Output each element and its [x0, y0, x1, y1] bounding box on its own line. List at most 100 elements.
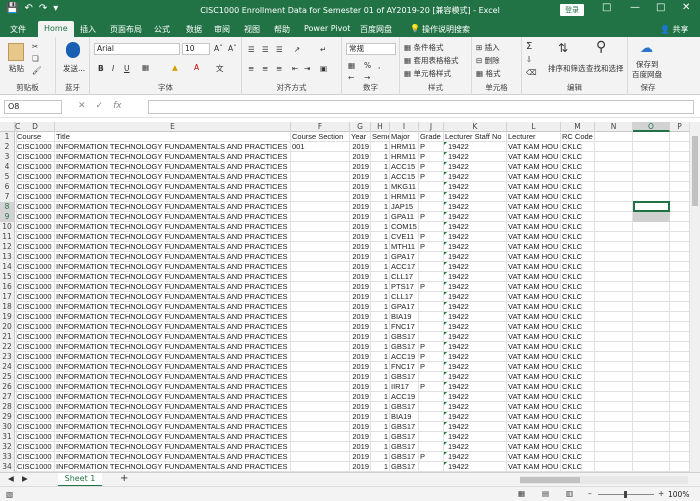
cell[interactable] [419, 322, 444, 332]
cell[interactable] [291, 282, 350, 292]
cell[interactable]: CKLC [561, 262, 595, 272]
cell[interactable]: GBS17 [390, 442, 419, 452]
align-left-icon[interactable]: ≡ [248, 64, 254, 73]
cell[interactable]: Title [55, 132, 291, 142]
cell[interactable]: 1 [371, 312, 390, 322]
vertical-scroll-thumb[interactable] [692, 136, 698, 206]
cell[interactable]: MTH11 [390, 242, 419, 252]
enter-icon[interactable]: ✓ [96, 101, 104, 111]
cell[interactable]: 1 [371, 202, 390, 212]
tab-power-pivot[interactable]: Power Pivot [304, 24, 350, 33]
cell[interactable] [595, 292, 633, 302]
percent-button[interactable]: % [364, 61, 371, 70]
cell[interactable]: 19422 [444, 212, 507, 222]
column-header-I[interactable]: I [390, 122, 419, 132]
cell[interactable]: 19422 [444, 322, 507, 332]
cell[interactable]: INFORMATION TECHNOLOGY FUNDAMENTALS AND … [55, 182, 291, 192]
cell[interactable]: 19422 [444, 152, 507, 162]
row-number[interactable]: 19 [0, 312, 15, 322]
cell[interactable]: 1 [371, 142, 390, 152]
underline-button[interactable]: U [124, 64, 130, 73]
cell[interactable]: CKLC [561, 292, 595, 302]
cell[interactable]: ACC17 [390, 262, 419, 272]
cell[interactable]: VAT KAM HOU [507, 262, 561, 272]
column-header-F[interactable]: F [291, 122, 350, 132]
column-header-G[interactable]: G [350, 122, 371, 132]
cell[interactable]: Year [350, 132, 371, 142]
cell[interactable] [419, 422, 444, 432]
row-number[interactable]: 33 [0, 452, 15, 462]
cell[interactable] [595, 342, 633, 352]
cell[interactable] [419, 432, 444, 442]
column-header-J[interactable]: J [419, 122, 444, 132]
cell[interactable]: CISC1000 [16, 242, 55, 252]
cell[interactable]: CISC1000 [16, 322, 55, 332]
cell[interactable]: P [419, 152, 444, 162]
cell[interactable]: INFORMATION TECHNOLOGY FUNDAMENTALS AND … [55, 312, 291, 322]
autosum-icon[interactable]: Σ [526, 41, 532, 52]
cell[interactable]: CISC1000 [16, 372, 55, 382]
cell[interactable]: VAT KAM HOU [507, 422, 561, 432]
cell[interactable] [633, 382, 670, 392]
minimize-icon[interactable]: — [630, 2, 640, 13]
cell[interactable]: CISC1000 [16, 382, 55, 392]
cell[interactable] [291, 372, 350, 382]
cell[interactable]: VAT KAM HOU [507, 362, 561, 372]
cell[interactable] [670, 192, 690, 202]
cell[interactable] [595, 432, 633, 442]
cell[interactable]: FNC17 [390, 322, 419, 332]
cell[interactable]: P [419, 232, 444, 242]
cell[interactable]: 1 [371, 232, 390, 242]
cell[interactable]: P [419, 142, 444, 152]
cell[interactable]: VAT KAM HOU [507, 152, 561, 162]
cell[interactable]: 1 [371, 222, 390, 232]
cell[interactable]: CISC1000 [16, 292, 55, 302]
column-header-E[interactable]: E [55, 122, 291, 132]
tab-formulas[interactable]: 公式 [154, 24, 170, 35]
cell[interactable] [595, 322, 633, 332]
cell[interactable]: CISC1000 [16, 202, 55, 212]
cell[interactable] [670, 142, 690, 152]
cell[interactable]: IIR17 [390, 382, 419, 392]
cell[interactable]: GBS17 [390, 372, 419, 382]
active-cell[interactable] [633, 201, 670, 212]
cell[interactable]: CISC1000 [16, 442, 55, 452]
cell[interactable]: CKLC [561, 382, 595, 392]
cell[interactable]: 1 [371, 162, 390, 172]
cell[interactable]: VAT KAM HOU [507, 452, 561, 462]
cell[interactable]: 2019 [350, 172, 371, 182]
cell[interactable]: CISC1000 [16, 142, 55, 152]
cell[interactable]: CKLC [561, 192, 595, 202]
baidu-disk-label[interactable]: 百度网盘 [632, 69, 662, 80]
row-number[interactable]: 11 [0, 232, 15, 242]
cell[interactable]: CISC1000 [16, 352, 55, 362]
cell[interactable] [291, 212, 350, 222]
cell[interactable]: 19422 [444, 252, 507, 262]
cell[interactable] [595, 162, 633, 172]
cell[interactable]: INFORMATION TECHNOLOGY FUNDAMENTALS AND … [55, 462, 291, 472]
cell[interactable] [670, 372, 690, 382]
cell[interactable]: Lecturer Staff No [444, 132, 507, 142]
cell[interactable] [291, 252, 350, 262]
cell[interactable] [595, 242, 633, 252]
zoom-out-icon[interactable]: – [588, 489, 592, 498]
cell[interactable]: HRM11 [390, 192, 419, 202]
cell[interactable]: CISC1000 [16, 192, 55, 202]
cell[interactable] [633, 302, 670, 312]
cell[interactable] [291, 192, 350, 202]
cell[interactable] [633, 352, 670, 362]
cell[interactable] [595, 272, 633, 282]
cell[interactable]: P [419, 162, 444, 172]
merge-center-icon[interactable]: ▣ [320, 64, 327, 73]
tab-help[interactable]: 帮助 [274, 24, 290, 35]
cell[interactable] [595, 442, 633, 452]
row-number[interactable]: 3 [0, 152, 15, 162]
baidu-cloud-icon[interactable]: ☁ [640, 41, 653, 56]
cell[interactable]: 2019 [350, 152, 371, 162]
cell[interactable]: INFORMATION TECHNOLOGY FUNDAMENTALS AND … [55, 212, 291, 222]
cell[interactable] [595, 302, 633, 312]
row-number[interactable]: 6 [0, 182, 15, 192]
cell[interactable]: FNC17 [390, 362, 419, 372]
cell[interactable] [633, 132, 670, 142]
cell[interactable] [670, 212, 690, 222]
